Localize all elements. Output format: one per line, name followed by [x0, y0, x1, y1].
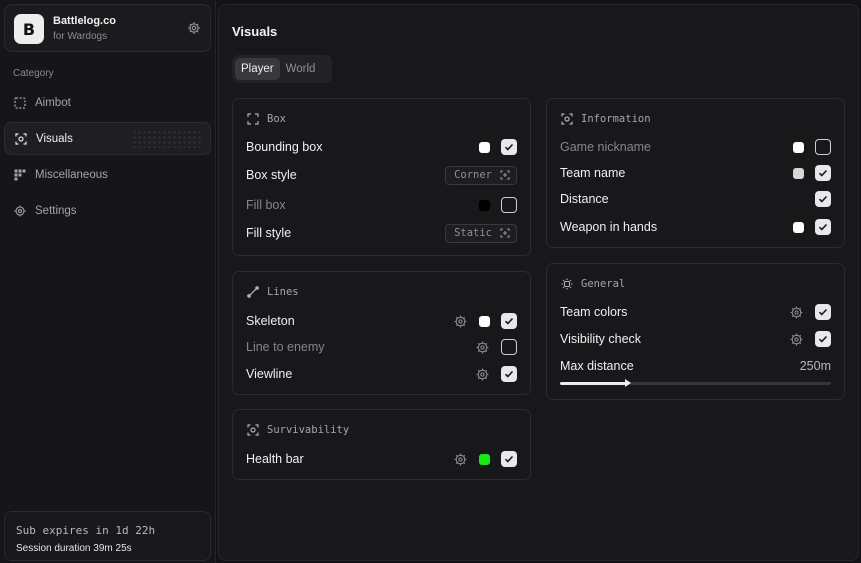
box-style-select[interactable]: Corner — [445, 165, 517, 185]
eye-scan-icon — [561, 113, 573, 125]
card-title: Lines — [267, 286, 299, 298]
option-bounding-box: Bounding box — [246, 137, 517, 157]
checkbox[interactable] — [815, 165, 831, 181]
max-distance-value: 250m — [799, 359, 831, 373]
select-corner-icon — [500, 228, 510, 238]
option-health-bar: Health bar — [246, 449, 517, 469]
sidebar-item-label: Aimbot — [35, 96, 71, 109]
checkbox[interactable] — [501, 451, 517, 467]
category-label: Category — [13, 68, 54, 79]
eye-scan-icon — [247, 424, 259, 436]
survivability-card: Survivability Health bar — [232, 409, 531, 480]
sidebar: B Battlelog.co for Wardogs Category Aimb… — [0, 0, 216, 563]
corners-icon — [247, 113, 259, 125]
checkbox[interactable] — [815, 139, 831, 155]
gear-icon[interactable] — [454, 453, 467, 466]
grid-misc-icon — [14, 169, 26, 181]
checkbox[interactable] — [501, 339, 517, 355]
sidebar-item-label: Miscellaneous — [35, 168, 108, 181]
sidebar-item-aimbot[interactable]: Aimbot — [4, 86, 211, 119]
box-card: Box Bounding box Box style Corner Fill b… — [232, 98, 531, 256]
option-max-distance: Max distance 250m — [560, 359, 831, 373]
sidebar-item-miscellaneous[interactable]: Miscellaneous — [4, 158, 211, 191]
checkbox[interactable] — [815, 191, 831, 207]
max-distance-slider[interactable] — [560, 379, 831, 387]
gear-icon[interactable] — [187, 21, 201, 35]
select-corner-icon — [500, 170, 510, 180]
option-fill-box: Fill box — [246, 195, 517, 215]
checkbox[interactable] — [501, 366, 517, 382]
card-title: Survivability — [267, 424, 350, 436]
gear-icon[interactable] — [454, 315, 467, 328]
option-distance: Distance — [560, 189, 831, 209]
brand-name: Battlelog.co — [53, 15, 116, 27]
slider-fill — [560, 382, 628, 385]
color-swatch[interactable] — [479, 199, 490, 211]
brand-header: B Battlelog.co for Wardogs — [4, 4, 211, 52]
option-game-nickname: Game nickname — [560, 137, 831, 157]
tab-bar: Player World — [232, 55, 332, 83]
tab-player[interactable]: Player — [235, 58, 280, 80]
subscription-expiry: Sub expires in 1d 22h — [16, 524, 156, 537]
color-swatch[interactable] — [793, 141, 804, 153]
checkbox[interactable] — [815, 331, 831, 347]
option-weapon-in-hands: Weapon in hands — [560, 217, 831, 237]
slider-handle[interactable] — [624, 379, 631, 387]
crosshair-frame-icon — [14, 96, 26, 109]
card-title: General — [581, 278, 626, 290]
information-card: Information Game nickname Team name Dist… — [546, 98, 845, 248]
app-logo: B — [14, 14, 44, 44]
checkbox[interactable] — [815, 219, 831, 235]
option-team-colors: Team colors — [560, 302, 831, 322]
line-icon — [247, 286, 259, 298]
tab-world[interactable]: World — [280, 58, 322, 80]
checkbox[interactable] — [501, 313, 517, 329]
gear-icon[interactable] — [790, 333, 803, 346]
option-skeleton: Skeleton — [246, 311, 517, 331]
card-title: Box — [267, 113, 286, 125]
checkbox[interactable] — [815, 304, 831, 320]
subscription-info: Sub expires in 1d 22h Session duration 3… — [4, 511, 211, 561]
sidebar-item-settings[interactable]: Settings — [4, 194, 211, 227]
eye-scan-icon — [15, 132, 27, 145]
fill-style-select[interactable]: Static — [445, 223, 517, 243]
color-swatch[interactable] — [479, 141, 490, 153]
lines-card: Lines Skeleton Line to enemy Viewline — [232, 271, 531, 395]
option-fill-style: Fill style Static — [246, 223, 517, 243]
color-swatch[interactable] — [479, 453, 490, 465]
checkbox[interactable] — [501, 197, 517, 213]
option-line-to-enemy: Line to enemy — [246, 337, 517, 357]
color-swatch[interactable] — [793, 221, 804, 233]
main-panel: Visuals Player World Box Bounding box Bo… — [218, 4, 859, 561]
general-card: General Team colors Visibility check Max… — [546, 263, 845, 400]
option-visibility-check: Visibility check — [560, 329, 831, 349]
brand-subtitle: for Wardogs — [53, 31, 108, 42]
option-team-name: Team name — [560, 163, 831, 183]
option-box-style: Box style Corner — [246, 165, 517, 185]
gear-icon — [14, 205, 26, 217]
gear-icon[interactable] — [476, 368, 489, 381]
sidebar-item-label: Settings — [35, 204, 77, 217]
color-swatch[interactable] — [793, 167, 804, 179]
card-title: Information — [581, 113, 651, 125]
sidebar-item-visuals[interactable]: Visuals — [4, 122, 211, 155]
option-viewline: Viewline — [246, 364, 517, 384]
sidebar-item-label: Visuals — [36, 132, 73, 145]
checkbox[interactable] — [501, 139, 517, 155]
page-title: Visuals — [232, 24, 278, 39]
gear-icon[interactable] — [790, 306, 803, 319]
sun-settings-icon — [561, 278, 573, 290]
gear-icon[interactable] — [476, 341, 489, 354]
session-duration: Session duration 39m 25s — [16, 543, 132, 554]
color-swatch[interactable] — [479, 315, 490, 327]
